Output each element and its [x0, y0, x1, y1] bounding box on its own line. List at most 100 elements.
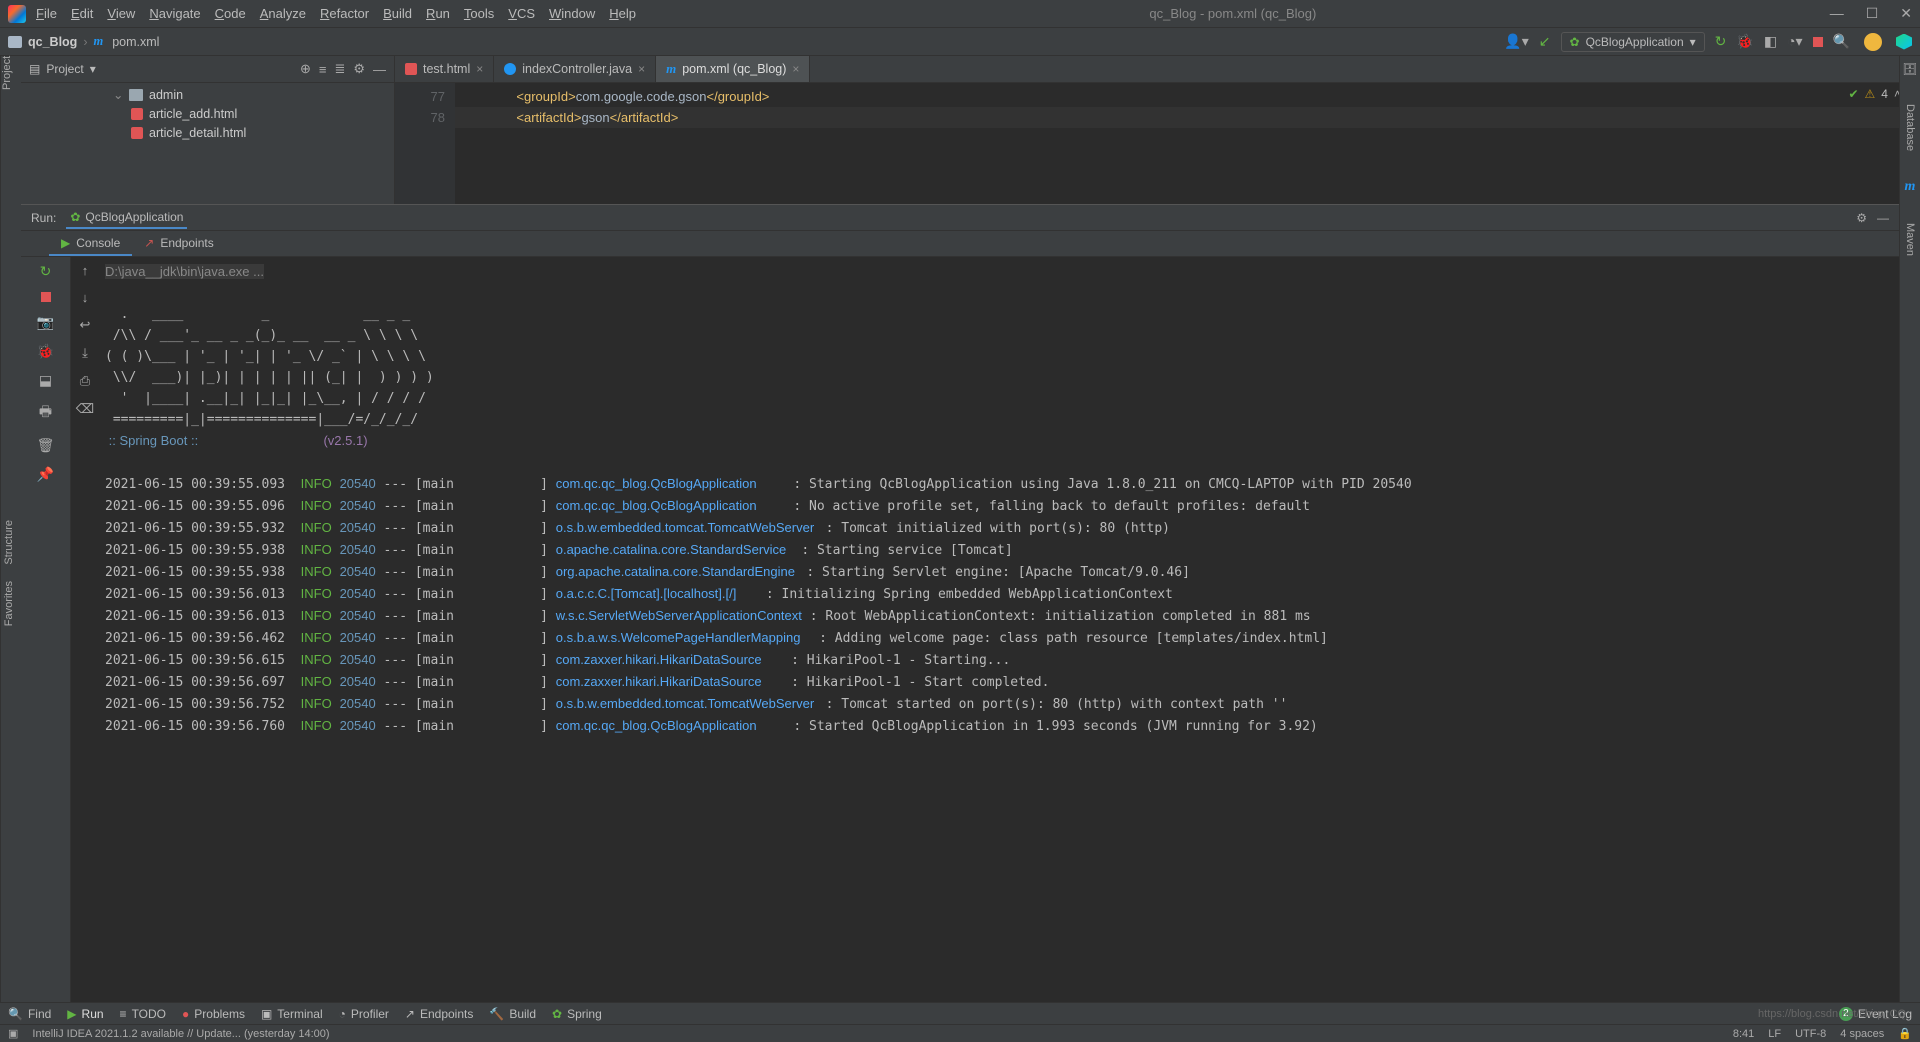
close-icon[interactable]: ✕ — [1900, 5, 1912, 22]
spring-tool-button[interactable]: ✿Spring — [552, 1007, 602, 1021]
vcs-update-icon[interactable]: ↙ — [1539, 33, 1551, 50]
close-tab-icon[interactable]: × — [792, 62, 799, 76]
menu-tools[interactable]: Tools — [464, 6, 494, 21]
hide-icon[interactable]: — — [373, 62, 386, 77]
down-icon[interactable]: ↓ — [82, 290, 89, 305]
endpoints-icon: ↗ — [144, 236, 154, 250]
menu-analyze[interactable]: Analyze — [260, 6, 306, 21]
right-rail-database[interactable]: Database — [1904, 104, 1916, 151]
todo-tool-button[interactable]: ≡TODO — [120, 1007, 166, 1021]
maven-icon[interactable]: m — [1905, 179, 1916, 195]
left-rail-project[interactable]: Project — [1, 56, 13, 90]
tool-windows-icon[interactable]: ▣ — [8, 1027, 18, 1040]
print-icon[interactable]: 🖶 — [39, 401, 52, 425]
main-menu: File Edit View Navigate Code Analyze Refactor B… — [36, 6, 636, 21]
build-tool-button[interactable]: 🔨Build — [489, 1007, 536, 1021]
database-icon[interactable]: 🗄 — [1902, 62, 1917, 76]
ide-features-icon[interactable] — [1896, 34, 1912, 50]
gear-icon[interactable]: ⚙ — [1856, 211, 1867, 225]
run-actions-primary: ↻ 📷 🐞 ⬓ 🖶 🗑 📌 — [21, 257, 71, 1002]
run-configuration-selector[interactable]: ✿ QcBlogApplication ▾ — [1561, 32, 1705, 52]
tree-folder[interactable]: ⌄admin — [21, 85, 394, 104]
run-tab-endpoints[interactable]: ↗Endpoints — [132, 231, 225, 256]
hammer-icon: 🔨 — [489, 1007, 504, 1021]
clear-icon[interactable]: ⌫ — [76, 401, 94, 417]
left-rail-favorites[interactable]: Favorites — [3, 581, 15, 626]
soft-wrap-icon[interactable]: ↩ — [80, 317, 91, 333]
left-rail-structure[interactable]: Structure — [3, 520, 15, 565]
debug-icon[interactable]: 🐞 — [37, 343, 54, 360]
window-controls: — ☐ ✕ — [1830, 5, 1912, 22]
run-tool-button[interactable]: ▶Run — [67, 1007, 103, 1021]
coverage-icon[interactable]: ◧ — [1764, 33, 1777, 50]
endpoints-tool-button[interactable]: ↗Endpoints — [405, 1007, 473, 1021]
breadcrumb-file: pom.xml — [112, 35, 159, 49]
menu-view[interactable]: View — [107, 6, 135, 21]
menu-file[interactable]: File — [36, 6, 57, 21]
camera-icon[interactable]: 📷 — [37, 314, 54, 331]
close-tab-icon[interactable]: × — [476, 62, 483, 76]
right-rail-maven[interactable]: Maven — [1904, 223, 1916, 256]
menu-build[interactable]: Build — [383, 6, 412, 21]
user-icon[interactable]: 👤▾ — [1504, 33, 1528, 50]
chevron-down-icon[interactable]: ⌄ — [113, 87, 123, 102]
maven-icon: m — [93, 34, 103, 49]
gear-icon[interactable]: ⚙ — [353, 61, 365, 77]
editor-tab[interactable]: mpom.xml (qc_Blog)× — [656, 56, 810, 82]
editor-tab[interactable]: test.html× — [395, 56, 494, 82]
status-indent[interactable]: 4 spaces — [1840, 1028, 1884, 1040]
status-update[interactable]: IntelliJ IDEA 2021.1.2 available // Upda… — [32, 1028, 329, 1040]
find-tool-button[interactable]: 🔍Find — [8, 1007, 51, 1021]
scroll-end-icon[interactable]: ⤓ — [82, 345, 88, 361]
editor-tab[interactable]: indexController.java× — [494, 56, 656, 82]
status-enc[interactable]: UTF-8 — [1795, 1028, 1826, 1040]
tree-file[interactable]: article_add.html — [21, 104, 394, 123]
run-icon[interactable]: ↻ — [1715, 33, 1727, 50]
terminal-tool-button[interactable]: ▣Terminal — [261, 1007, 323, 1021]
menu-vcs[interactable]: VCS — [508, 6, 535, 21]
expand-all-icon[interactable]: ≡ — [319, 62, 327, 77]
search-icon[interactable]: 🔍 — [1833, 33, 1850, 50]
lock-icon[interactable]: 🔒 — [1898, 1027, 1912, 1040]
menu-window[interactable]: Window — [549, 6, 595, 21]
layout-icon[interactable]: ⬓ — [39, 372, 52, 389]
breadcrumb[interactable]: qc_Blog › m pom.xml — [8, 34, 159, 49]
project-view-selector[interactable]: ▤ Project ▾ — [29, 62, 96, 76]
stop-icon[interactable] — [41, 292, 51, 302]
chevron-right-icon: › — [83, 35, 87, 49]
print-icon[interactable]: ⎙ — [80, 373, 90, 389]
problems-tool-button[interactable]: ●Problems — [182, 1007, 245, 1021]
rerun-icon[interactable]: ↻ — [40, 263, 52, 280]
status-caret[interactable]: 8:41 — [1733, 1028, 1754, 1040]
search-icon: 🔍 — [8, 1007, 23, 1021]
maximize-icon[interactable]: ☐ — [1866, 5, 1879, 22]
menu-refactor[interactable]: Refactor — [320, 6, 369, 21]
run-tab-console[interactable]: ▶Console — [49, 231, 132, 256]
profile-icon[interactable]: ◔▾ — [1787, 33, 1802, 50]
menu-run[interactable]: Run — [426, 6, 450, 21]
warning-count: 4 — [1881, 87, 1888, 101]
hide-icon[interactable]: — — [1877, 211, 1889, 225]
project-tree[interactable]: ⌄adminarticle_add.htmlarticle_detail.htm… — [21, 83, 394, 144]
status-le[interactable]: LF — [1768, 1028, 1781, 1040]
menu-edit[interactable]: Edit — [71, 6, 93, 21]
trash-icon[interactable]: 🗑 — [37, 437, 55, 454]
close-tab-icon[interactable]: × — [638, 62, 645, 76]
run-config-tab[interactable]: ✿ QcBlogApplication — [66, 206, 187, 229]
html-file-icon — [131, 108, 143, 120]
terminal-icon: ▣ — [261, 1007, 272, 1021]
pin-icon[interactable]: 📌 — [37, 466, 54, 483]
profiler-tool-button[interactable]: ◔Profiler — [339, 1007, 389, 1021]
debug-icon[interactable]: 🐞 — [1736, 33, 1753, 50]
stop-icon[interactable] — [1813, 37, 1823, 47]
console-output[interactable]: D:\java__jdk\bin\java.exe ... . ____ _ _… — [99, 257, 1899, 1002]
menu-code[interactable]: Code — [215, 6, 246, 21]
tree-file[interactable]: article_detail.html — [21, 123, 394, 142]
avatar[interactable] — [1864, 33, 1882, 51]
select-opened-file-icon[interactable]: ⊕ — [300, 61, 311, 77]
minimize-icon[interactable]: — — [1830, 5, 1844, 22]
collapse-all-icon[interactable]: ≣ — [334, 61, 345, 77]
menu-help[interactable]: Help — [609, 6, 636, 21]
menu-navigate[interactable]: Navigate — [149, 6, 200, 21]
up-icon[interactable]: ↑ — [82, 263, 89, 278]
